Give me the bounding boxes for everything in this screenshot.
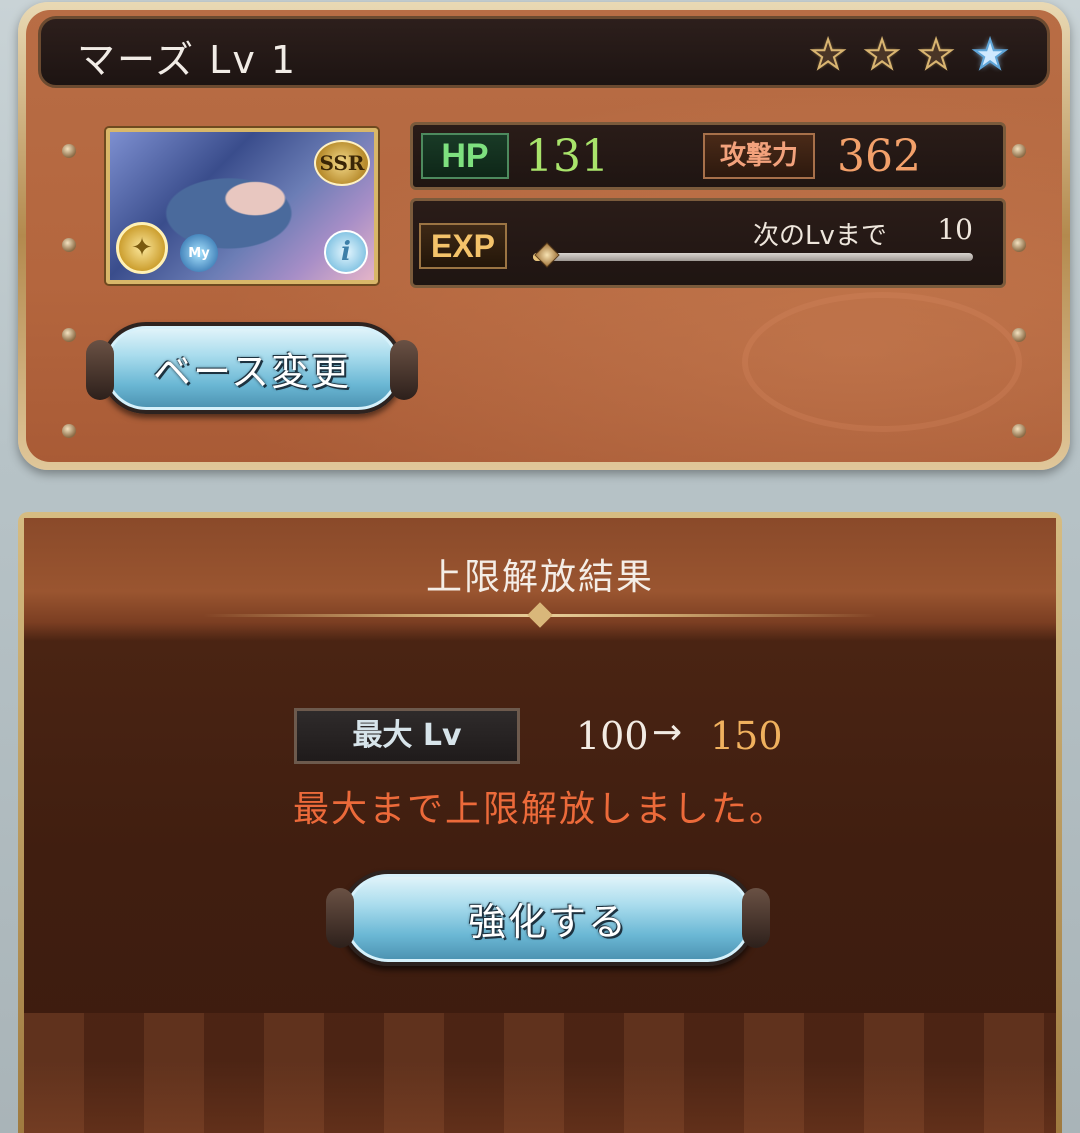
hp-value: 131 <box>525 131 609 182</box>
ornament-swirl <box>742 292 1022 432</box>
rivet-decoration <box>62 424 76 438</box>
exp-label: EXP <box>419 223 507 269</box>
divider-ornament <box>527 602 553 628</box>
character-title: マーズ Lv 1 <box>77 38 298 82</box>
rivet-decoration <box>62 238 76 252</box>
arrow-icon: → <box>652 712 683 753</box>
section-title: 上限解放結果 <box>425 557 654 598</box>
info-icon[interactable]: i <box>324 230 368 274</box>
enhance-label: 強化する <box>467 899 628 944</box>
star-icon: ★ <box>863 32 901 78</box>
next-level-value: 10 <box>937 213 973 246</box>
change-base-label: ベース変更 <box>152 349 352 394</box>
stats-panel: HP 131 攻撃力 362 <box>410 122 1006 190</box>
enhance-button[interactable]: 強化する <box>326 870 770 966</box>
attack-value: 362 <box>837 131 921 182</box>
blue-star-icon: ★ <box>971 32 1009 78</box>
wind-element-icon: ✦ <box>116 222 168 274</box>
max-level-before: 100 <box>576 714 649 758</box>
exp-progress-bar <box>533 242 973 268</box>
attack-label: 攻撃力 <box>703 133 815 179</box>
hp-label: HP <box>421 133 509 179</box>
max-level-label: 最大 Lv <box>294 708 520 764</box>
rivet-decoration <box>1012 424 1026 438</box>
next-level-label: 次のLvまで <box>753 221 887 251</box>
uncap-result-body: 上限解放結果 最大 Lv 100 → 150 最大まで上限解放しました。 強化す… <box>24 518 1056 1133</box>
rivet-decoration <box>62 328 76 342</box>
star-icon: ★ <box>809 32 847 78</box>
character-portrait[interactable]: SSR ✦ My i <box>106 128 378 284</box>
character-card-body: マーズ Lv 1 ★ ★ ★ ★ SSR ✦ My i HP 131 攻撃力 3… <box>26 10 1062 462</box>
exp-progress-knob <box>534 242 560 268</box>
uncap-result-card: 上限解放結果 最大 Lv 100 → 150 最大まで上限解放しました。 強化す… <box>18 512 1062 1133</box>
rivet-decoration <box>1012 238 1026 252</box>
ssr-rarity-badge: SSR <box>314 140 370 186</box>
uncap-stars: ★ ★ ★ ★ <box>805 32 1013 78</box>
title-bar: マーズ Lv 1 ★ ★ ★ ★ <box>38 16 1050 88</box>
bottom-ornament-band <box>24 1013 1056 1133</box>
exp-panel: EXP 次のLvまで 10 <box>410 198 1006 288</box>
result-message: 最大まで上限解放しました。 <box>292 789 787 830</box>
rivet-decoration <box>1012 144 1026 158</box>
max-level-after: 150 <box>710 714 783 758</box>
rivet-decoration <box>62 144 76 158</box>
character-card: マーズ Lv 1 ★ ★ ★ ★ SSR ✦ My i HP 131 攻撃力 3… <box>18 2 1070 470</box>
star-icon: ★ <box>917 32 955 78</box>
my-badge: My <box>180 234 218 272</box>
change-base-button[interactable]: ベース変更 <box>86 322 418 414</box>
